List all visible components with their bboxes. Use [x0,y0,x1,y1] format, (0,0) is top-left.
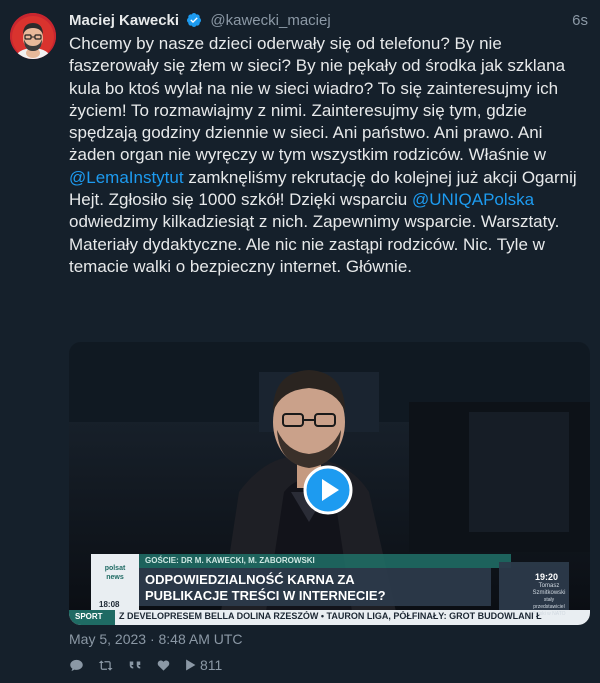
video-headline-line2: PUBLIKACJE TREŚCI W INTERNECIE? [145,588,386,603]
views-count: 811 [200,657,223,673]
video-guest-label: GOŚCIE: DR M. KAWECKI, M. ZABOROWSKI [145,556,315,565]
tweet-timestamp[interactable]: May 5, 2023 · 8:48 AM UTC [69,631,243,647]
quote-button[interactable] [128,658,142,672]
play-icon [303,465,353,515]
heart-icon [157,660,170,671]
channel-logo-line1: polsat [104,565,126,572]
reply-icon [70,659,83,671]
tweet-header: Maciej Kawecki @kawecki_maciej 6s [69,11,588,31]
avatar[interactable] [10,13,56,59]
video-right-name-line2: Szmitkowski [532,590,566,596]
views-stat[interactable]: 811 [185,657,222,673]
channel-logo-line2: news [106,574,124,581]
author-handle[interactable]: @kawecki_maciej [210,12,330,29]
tweet-relative-time[interactable]: 6s [572,11,588,31]
tweet: Maciej Kawecki @kawecki_maciej 6s Chcemy… [0,0,600,683]
video-headline-line1: ODPOWIEDZIALNOŚĆ KARNA ZA [145,572,355,587]
channel-logo: polsat news [93,564,137,582]
reply-button[interactable] [69,658,84,673]
play-views-icon [186,659,196,671]
video-ticker-tag: SPORT [75,612,103,621]
tweet-text-part: odwiedzimy kilkadziesiąt z nich. Zapewni… [69,212,560,276]
video-right-time: 19:20 [535,572,559,582]
play-button[interactable] [303,465,353,515]
quote-icon [129,661,141,669]
avatar-image [10,13,56,59]
video-clock: 18:08 [99,600,120,609]
author-name[interactable]: Maciej Kawecki [69,12,179,29]
mention-link[interactable]: @LemaInstytut [69,168,184,187]
tweet-text-part: Chcemy by nasze dzieci oderwały się od t… [69,34,566,165]
tweet-actions: 811 [69,656,222,674]
video-right-name-line1: Tomasz [538,583,560,589]
retweet-button[interactable] [98,658,114,673]
like-button[interactable] [156,658,171,672]
retweet-icon [98,659,113,671]
verified-badge-icon [186,12,202,34]
tweet-text: Chcemy by nasze dzieci oderwały się od t… [69,33,589,278]
video-ticker-text: Z DEVELOPRESEM BELLA DOLINA RZESZÓW • TA… [119,611,542,621]
mention-link[interactable]: @UNIQAPolska [412,190,534,209]
video-right-note-line1: stały przedstawiciel [533,597,565,610]
